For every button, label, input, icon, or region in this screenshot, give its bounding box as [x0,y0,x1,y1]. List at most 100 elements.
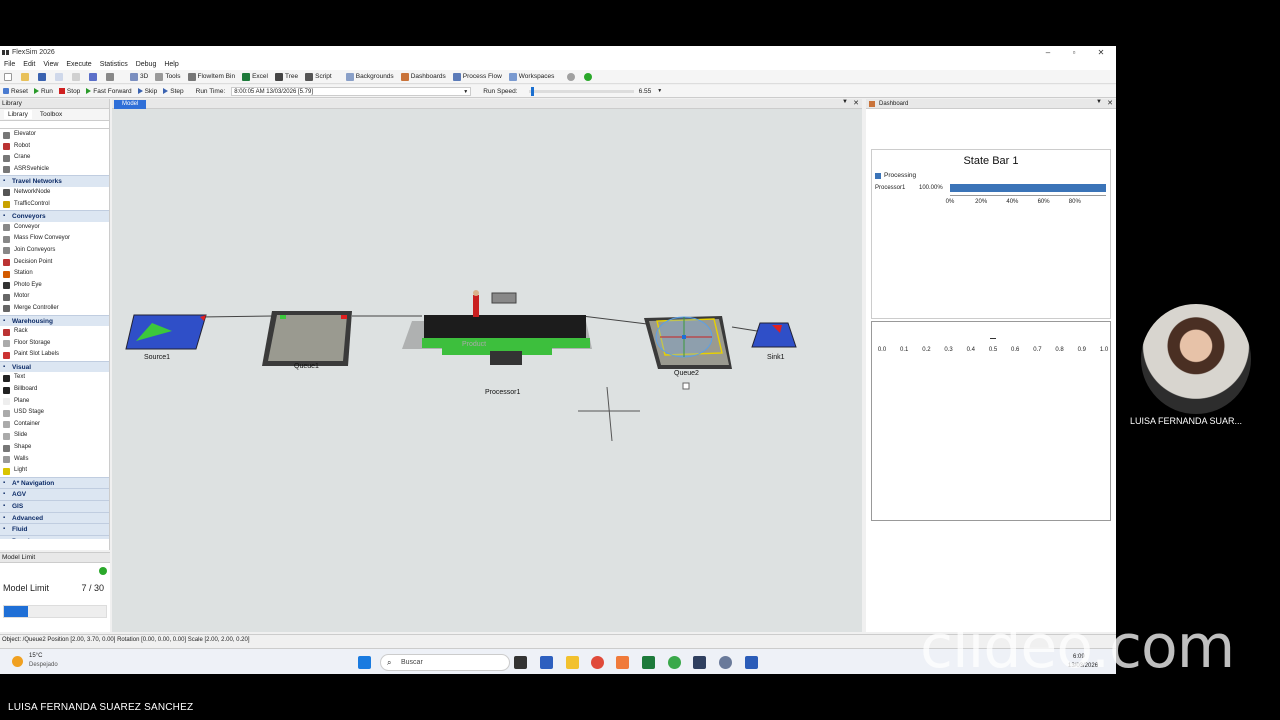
dashboard-close-icon[interactable]: ✕ [1107,99,1113,107]
menu-edit[interactable]: Edit [23,61,35,68]
library-group[interactable]: GIS [0,500,109,512]
toolbar-process-flow-button[interactable]: Process Flow [452,72,502,81]
run-time-field[interactable]: 8:00:05 AM 13/03/2026 [5.79] ▼ [231,86,472,96]
minimize-button[interactable]: – [1035,46,1061,59]
toolbar-3d-button[interactable]: 3D [130,72,148,81]
library-item[interactable]: Light [0,465,109,477]
model-3d-view[interactable]: Source1 Queue1 Product Processor1 Queue2… [112,109,862,632]
chrome-profile-icon[interactable] [668,656,681,669]
step-button[interactable]: Step [163,88,184,95]
grid-icon[interactable] [89,72,99,81]
stop-button[interactable]: Stop [58,88,80,95]
empty-chart[interactable]: 0.0 0.1 0.2 0.3 0.4 0.5 0.6 0.7 0.8 0.9 1.0 [871,321,1111,521]
library-group[interactable]: Conveyors [0,210,109,222]
new-icon[interactable] [4,72,14,81]
toolbar-tools-button[interactable]: Tools [155,72,181,81]
menu-statistics[interactable]: Statistics [100,61,128,68]
run-speed-slider[interactable] [528,86,634,96]
library-item[interactable]: Motor [0,291,109,303]
library-item[interactable]: Photo Eye [0,280,109,292]
tab-dashboard[interactable]: Dashboard [879,99,908,109]
library-item[interactable]: Mass Flow Conveyor [0,233,109,245]
model-close-icon[interactable]: ✕ [853,99,859,107]
library-item[interactable]: NetworkNode [0,187,109,199]
toolbar-backgrounds-button[interactable]: Backgrounds [345,72,394,81]
library-item[interactable]: Crane [0,152,109,164]
library-filter-input[interactable] [0,121,109,129]
chart-handle[interactable] [990,338,996,339]
tab-library[interactable]: Library [4,110,32,119]
library-group[interactable]: AGV [0,488,109,501]
connect-mode-icon[interactable] [72,72,82,81]
library-item[interactable]: Text [0,372,109,384]
maximize-button[interactable]: ▫ [1061,46,1087,59]
library-group[interactable]: Advanced [0,511,109,524]
menu-debug[interactable]: Debug [136,61,157,68]
menu-execute[interactable]: Execute [66,61,91,68]
open-icon[interactable] [21,72,31,81]
run-speed-slider-handle[interactable] [530,86,534,96]
library-item[interactable]: Rack [0,326,109,338]
save-icon[interactable] [38,72,48,81]
library-item[interactable]: Elevator [0,129,109,141]
excel-icon[interactable] [642,656,655,669]
fast-forward-button[interactable]: Fast Forward [86,88,132,95]
library-item[interactable]: ASRSvehicle [0,164,109,176]
library-item[interactable]: USD Stage [0,407,109,419]
library-item[interactable]: Container [0,419,109,431]
library-group[interactable]: Travel Networks [0,175,109,188]
library-item[interactable]: Paint Slot Labels [0,349,109,361]
file-explorer-icon[interactable] [566,656,579,669]
library-item[interactable]: Decision Point [0,257,109,269]
library-group[interactable]: Warehousing [0,314,109,327]
close-button[interactable]: ✕ [1088,46,1114,59]
library-item[interactable]: Shape [0,442,109,454]
model-tab-menu-icon[interactable]: ▼ [842,99,848,105]
toolbar-flowitem-bin-button[interactable]: FlowItem Bin [187,72,235,81]
reset-button[interactable]: Reset [3,88,28,95]
library-item[interactable]: Robot [0,141,109,153]
library-group[interactable]: Visual [0,360,109,373]
dashboard-tab-menu-icon[interactable]: ▼ [1096,99,1102,105]
library-item[interactable]: Station [0,268,109,280]
store-icon[interactable] [540,656,553,669]
help-icon[interactable] [99,567,107,575]
state-bar-chart[interactable]: State Bar 1 Processing Processor1 100.00… [871,149,1111,319]
speed-chevron-down-icon[interactable]: ▼ [657,88,662,94]
skip-button[interactable]: Skip [137,88,157,95]
word-icon[interactable] [745,656,758,669]
run-button[interactable]: Run [33,88,53,95]
clideo-icon[interactable] [616,656,629,669]
library-item[interactable]: Floor Storage [0,338,109,350]
toolbar-workspaces-button[interactable]: Workspaces [508,72,554,81]
library-item[interactable]: Conveyor [0,222,109,234]
library-group[interactable]: A* Navigation [0,476,109,489]
tab-toolbox[interactable]: Toolbox [36,110,66,119]
help-icon[interactable] [584,72,594,81]
toolbar-excel-button[interactable]: Excel [242,72,268,81]
chrome-icon[interactable] [591,656,604,669]
start-button-icon[interactable] [358,656,371,669]
task-view-icon[interactable] [514,656,527,669]
taskbar-search[interactable]: ⌕ Buscar [380,654,510,671]
library-group[interactable]: Fluid [0,523,109,535]
menu-view[interactable]: View [43,61,58,68]
library-item[interactable]: Plane [0,396,109,408]
library-item[interactable]: TrafficControl [0,199,109,211]
library-item[interactable]: Walls [0,454,109,466]
settings-gear-icon[interactable] [567,72,577,81]
toolbar-dashboards-button[interactable]: Dashboards [400,72,446,81]
library-item[interactable]: Join Conveyors [0,245,109,257]
library-item[interactable]: Slide [0,430,109,442]
library-group[interactable]: People [0,534,109,539]
flexsim-icon[interactable] [693,656,706,669]
library-item[interactable]: Billboard [0,384,109,396]
tab-model[interactable]: Model [114,100,147,109]
settings-gear-icon[interactable] [719,656,732,669]
select-mode-icon[interactable] [55,72,65,81]
toolbar-tree-button[interactable]: Tree [274,72,298,81]
menu-help[interactable]: Help [164,61,178,68]
toolbar-script-button[interactable]: Script [305,72,332,81]
view-icon[interactable] [106,72,116,81]
menu-file[interactable]: File [4,61,15,68]
